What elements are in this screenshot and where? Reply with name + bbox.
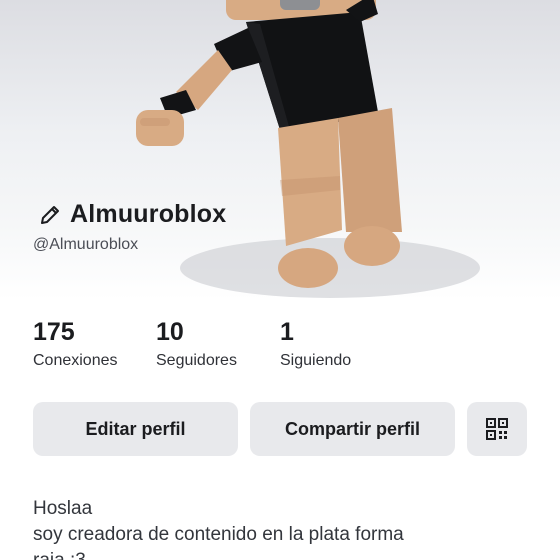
- stat-connections[interactable]: 175 Conexiones: [33, 318, 156, 370]
- stat-followers[interactable]: 10 Seguidores: [156, 318, 280, 370]
- edit-profile-button[interactable]: Editar perfil: [33, 402, 238, 456]
- stat-value: 175: [33, 318, 75, 346]
- stat-label: Conexiones: [33, 352, 118, 369]
- bio-line: soy creadora de contenido en la plata fo…: [33, 524, 404, 545]
- profile-actions: Editar perfil Compartir perfil: [33, 402, 527, 456]
- stat-value: 10: [156, 318, 184, 346]
- username: @Almuuroblox: [33, 236, 139, 253]
- stat-label: Siguiendo: [280, 352, 352, 369]
- share-profile-button[interactable]: Compartir perfil: [250, 402, 455, 456]
- bio-line: raja :3: [33, 548, 404, 560]
- stat-label: Seguidores: [156, 352, 237, 369]
- stats-row: 175 Conexiones 10 Seguidores 1 Siguiendo: [33, 318, 400, 370]
- profile-page: Almuuroblox @Almuuroblox 175 Conexiones …: [0, 0, 560, 560]
- pencil-icon[interactable]: [38, 203, 62, 227]
- stat-value: 1: [280, 318, 294, 346]
- qr-code-button[interactable]: [467, 402, 527, 456]
- stat-following[interactable]: 1 Siguiendo: [280, 318, 400, 370]
- bio-text: Hoslaa soy creadora de contenido en la p…: [33, 496, 404, 560]
- qr-code-icon: [486, 418, 508, 440]
- avatar-banner[interactable]: Almuuroblox @Almuuroblox: [0, 0, 560, 300]
- display-name-row[interactable]: Almuuroblox: [38, 200, 226, 229]
- avatar-image[interactable]: [0, 0, 560, 300]
- display-name: Almuuroblox: [70, 200, 227, 228]
- bio-line: Hoslaa: [33, 498, 93, 519]
